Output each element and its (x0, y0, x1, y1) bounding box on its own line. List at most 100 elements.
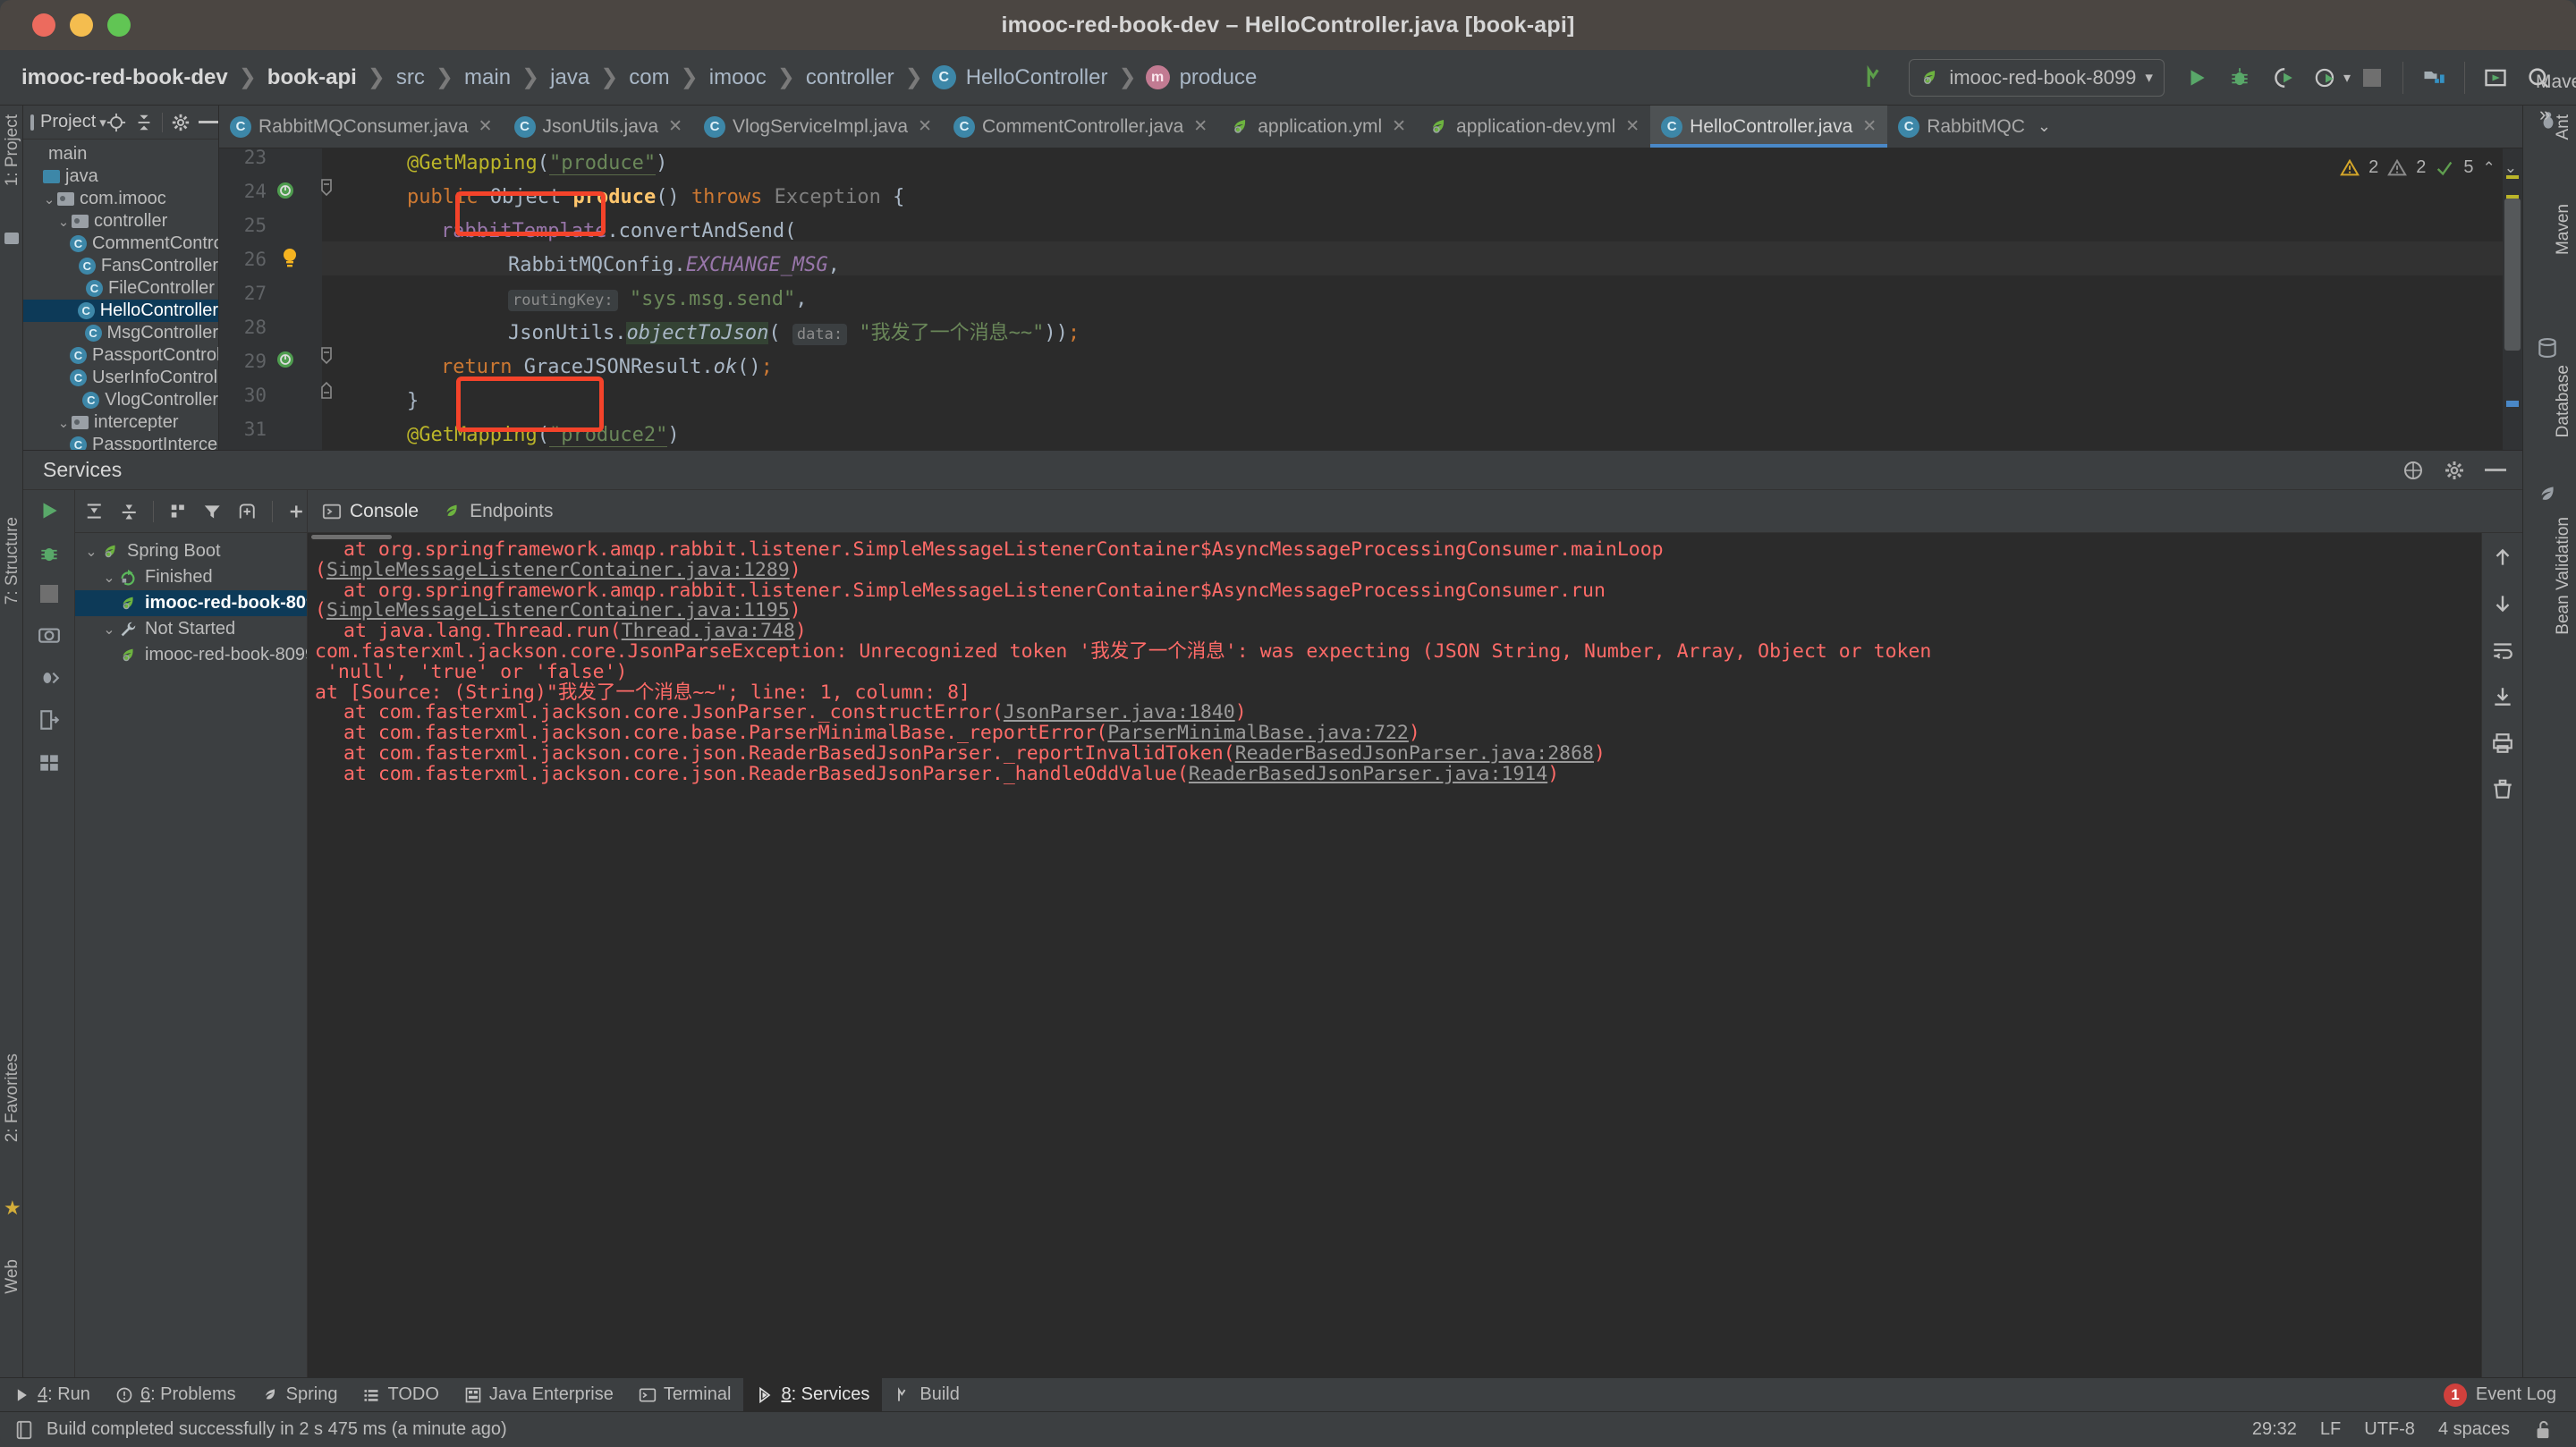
profiler-chevron-down-icon[interactable]: ▾ (2343, 69, 2351, 87)
tool-window-button-build[interactable]: Build (882, 1378, 971, 1412)
sidebar-item-database[interactable]: Database (2554, 365, 2573, 437)
gear-icon-2[interactable] (2444, 460, 2465, 481)
console-stack-link[interactable]: JsonParser.java:1840 (1004, 701, 1235, 724)
editor-tab-rabbitmqc[interactable]: C RabbitMQC ⌄ (1887, 106, 2062, 148)
close-icon[interactable]: ✕ (918, 116, 932, 137)
close-icon[interactable]: ✕ (1392, 116, 1406, 137)
breadcrumb-item-src[interactable]: src (394, 65, 427, 90)
console-output[interactable]: at org.springframework.amqp.rabbit.liste… (308, 533, 2481, 1377)
chevron-down-icon-2[interactable]: ⌄ (2504, 159, 2517, 177)
chevron-down-icon[interactable]: ⌄ (55, 415, 72, 431)
database-icon[interactable] (2535, 336, 2562, 360)
breadcrumb-item-produce[interactable]: m produce (1145, 65, 1259, 90)
debug-button[interactable] (2218, 56, 2261, 99)
service-item-spring-boot[interactable]: ⌄ Spring Boot (75, 538, 307, 564)
dump-threads-icon[interactable] (38, 665, 61, 689)
event-log-area[interactable]: 1 Event Log (2443, 1383, 2576, 1407)
sidebar-item-project[interactable]: 1: Project (3, 114, 22, 186)
tree-item-controller[interactable]: ⌄ controller (23, 210, 218, 233)
breadcrumb-item-java[interactable]: java (548, 65, 591, 90)
editor-tab-application-yml[interactable]: application.yml ✕ (1218, 106, 1417, 148)
scroll-to-end-icon[interactable] (2491, 685, 2514, 708)
indent-setting[interactable]: 4 spaces (2438, 1419, 2510, 1440)
console-stack-link[interactable]: SimpleMessageListenerContainer.java:1195 (326, 599, 790, 622)
tool-window-button-run[interactable]: 4: Run (0, 1378, 103, 1412)
tool-window-button-problems[interactable]: 6: Problems (103, 1378, 249, 1412)
soft-wrap-icon[interactable] (2491, 639, 2514, 662)
debug-icon-2[interactable] (38, 542, 61, 565)
tab-overflow-chevron-down-icon[interactable]: ⌄ (2038, 117, 2051, 136)
rerun-icon[interactable] (38, 499, 61, 522)
editor-gutter[interactable]: 232425262728293031323334353637383940 (219, 148, 322, 450)
chevron-down-icon[interactable]: ⌄ (100, 621, 118, 639)
console-stack-link[interactable]: SimpleMessageListenerContainer.java:1289 (326, 559, 790, 581)
event-log-label[interactable]: Event Log (2476, 1384, 2556, 1405)
gear-icon[interactable] (171, 113, 191, 132)
tree-item-com-imooc[interactable]: ⌄ com.imooc (23, 188, 218, 210)
chevron-down-icon[interactable]: ⌄ (41, 191, 57, 207)
tree-item-main[interactable]: main (23, 143, 218, 165)
filter-icon[interactable] (202, 501, 223, 522)
sidebar-item-maven[interactable]: Maven (2554, 204, 2573, 255)
tree-item-fanscontroller[interactable]: C FansController (23, 255, 218, 277)
add-tab-icon[interactable] (237, 501, 258, 522)
exit-icon[interactable] (38, 708, 61, 732)
breadcrumb-item-imooc-red-book-dev[interactable]: imooc-red-book-dev (20, 65, 230, 90)
locate-icon[interactable] (106, 113, 126, 132)
editor-tab-application-dev-yml[interactable]: application-dev.yml ✕ (1417, 106, 1650, 148)
build-project-button[interactable] (2412, 56, 2455, 99)
add-service-icon[interactable] (286, 501, 307, 522)
chevron-down-icon[interactable]: ⌄ (100, 569, 118, 587)
project-view-chevron-down-icon[interactable]: ▾ (99, 114, 106, 131)
sidebar-item-web[interactable]: Web (3, 1259, 22, 1294)
tree-item-userinfocontroller[interactable]: C UserInfoController (23, 367, 218, 389)
run-button[interactable] (2175, 56, 2218, 99)
console-tab-endpoints[interactable]: Endpoints (442, 501, 553, 522)
sidebar-item-structure[interactable]: 7: Structure (3, 517, 22, 605)
chevron-down-icon[interactable]: ⌄ (82, 543, 100, 561)
group-icon[interactable] (168, 501, 189, 522)
build-icon[interactable] (1855, 56, 1898, 99)
scroll-down-icon[interactable] (2491, 592, 2514, 615)
tool-window-button-services[interactable]: 8: Services (743, 1377, 883, 1412)
close-icon[interactable]: ✕ (1193, 116, 1208, 137)
console-stack-link[interactable]: ParserMinimalBase.java:722 (1107, 722, 1409, 744)
tree-item-hellocontroller[interactable]: C HelloController (23, 300, 218, 322)
sidebar-item-maven-top[interactable]: Maven (2536, 72, 2576, 93)
tool-window-button-spring[interactable]: Spring (249, 1378, 351, 1412)
service-item-not-started[interactable]: ⌄ Not Started (75, 616, 307, 642)
update-running-application-button[interactable] (2474, 56, 2517, 99)
scroll-up-icon[interactable] (2491, 546, 2514, 569)
clear-all-icon[interactable] (2491, 778, 2514, 801)
folder-icon[interactable] (4, 233, 19, 244)
expand-right-icon[interactable]: » (2539, 103, 2550, 126)
hide-icon[interactable] (198, 121, 218, 123)
run-with-coverage-button[interactable] (2261, 56, 2304, 99)
unlocked-icon[interactable] (2533, 1419, 2553, 1441)
breadcrumb-item-hellocontroller[interactable]: C HelloController (931, 65, 1110, 90)
editor-marker-bar[interactable] (2503, 148, 2522, 450)
editor-scrollbar-thumb[interactable] (2504, 199, 2521, 351)
tree-item-passportcontroller[interactable]: C PassportController (23, 344, 218, 367)
breadcrumb-item-com[interactable]: com (627, 65, 671, 90)
chevron-up-icon[interactable]: ⌃ (2483, 159, 2496, 177)
stop-icon-2[interactable] (39, 585, 58, 603)
breadcrumb-item-book-api[interactable]: book-api (266, 65, 359, 90)
tool-window-button-javaenterprise[interactable]: Java Enterprise (452, 1378, 626, 1412)
editor-tab-vlogserviceimpl-java[interactable]: C VlogServiceImpl.java ✕ (693, 106, 943, 148)
code-text[interactable]: @GetMapping("produce") public Object pro… (322, 148, 2522, 450)
file-encoding[interactable]: UTF-8 (2364, 1419, 2415, 1440)
console-stack-link[interactable]: Thread.java:748 (622, 620, 795, 642)
profiler-button[interactable] (2304, 56, 2347, 99)
star-icon[interactable]: ★ (4, 1197, 21, 1220)
run-gutter-icon-25[interactable] (275, 180, 296, 201)
collapse-all-icon[interactable] (134, 113, 154, 132)
sidebar-item-favorites[interactable]: 2: Favorites (3, 1054, 22, 1142)
screenshot-icon[interactable] (38, 622, 61, 646)
expand-all-icon[interactable] (84, 501, 105, 522)
stop-button[interactable] (2351, 56, 2394, 99)
tree-item-java[interactable]: java (23, 165, 218, 188)
line-separator[interactable]: LF (2320, 1419, 2341, 1440)
editor-tab-rabbitmqconsumer-java[interactable]: C RabbitMQConsumer.java ✕ (219, 106, 504, 148)
console-stack-link[interactable]: ReaderBasedJsonParser.java:2868 (1235, 742, 1594, 765)
